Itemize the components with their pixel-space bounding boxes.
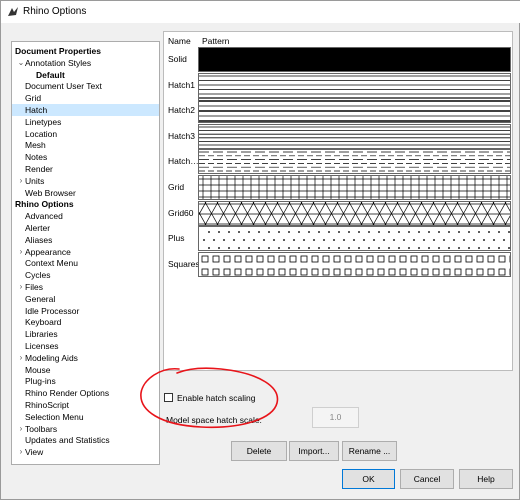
- hatch-row-squares[interactable]: Squares: [164, 251, 512, 277]
- ok-button[interactable]: OK: [342, 469, 395, 489]
- tree-item-label: Appearance: [25, 246, 71, 257]
- tree-item-label: Updates and Statistics: [25, 435, 110, 446]
- tree-item-hatch[interactable]: Hatch: [12, 104, 159, 116]
- hatch-name: Plus: [168, 233, 185, 244]
- hatch-name: Grid60: [168, 207, 194, 218]
- tree-item-label: Keyboard: [25, 317, 62, 328]
- hatch-pattern-table[interactable]: Name Pattern Solid Hatch1 Hatch2 Hatch3 Hatc…: [163, 31, 513, 371]
- tree-item-label: Annotation Styles: [25, 57, 92, 68]
- tree-item-label: Plug-ins: [25, 376, 56, 387]
- tree-item-label: Idle Processor: [25, 305, 80, 316]
- hatch-pattern-preview: [198, 226, 511, 252]
- tree-item-label: Default: [36, 69, 65, 80]
- tree-item-label: Cycles: [25, 270, 51, 281]
- hatch-name: Hatch1: [168, 79, 195, 90]
- tree-item-label: Aliases: [25, 234, 53, 245]
- hatch-pattern-preview: [198, 175, 511, 200]
- tree-item-label: Toolbars: [25, 423, 58, 434]
- tree-item-label: Web Browser: [25, 187, 76, 198]
- tree-item-label: Linetypes: [25, 116, 62, 127]
- tree-item-label: Render: [25, 164, 53, 174]
- tree-item-label: RhinoScript: [25, 400, 69, 410]
- tree-item-label: Units: [25, 175, 45, 186]
- tree-item-label: Location: [25, 128, 58, 139]
- enable-hatch-scaling-checkbox[interactable]: [164, 393, 173, 402]
- hatch-pattern-preview: [198, 98, 511, 124]
- tree-item-label: Selection Menu: [25, 411, 84, 422]
- tree-item-label: Grid: [25, 93, 42, 104]
- hatch-name: Hatch…: [168, 156, 198, 167]
- hatch-row-solid[interactable]: Solid: [164, 47, 512, 72]
- tree-item-label: Context Menu: [25, 258, 78, 269]
- rhino-app-icon: [7, 6, 19, 18]
- hatch-name: Squares: [168, 258, 198, 269]
- hatch-pattern-preview: [198, 149, 511, 175]
- tree-item-label: Alerter: [25, 223, 51, 233]
- column-header-name[interactable]: Name: [168, 36, 191, 46]
- model-space-hatch-scale-input[interactable]: 1.0: [312, 407, 359, 428]
- tree-item-label: Hatch: [25, 105, 48, 115]
- hatch-row-plus[interactable]: Plus: [164, 226, 512, 252]
- hatch-row-dashes[interactable]: Hatch…: [164, 149, 512, 175]
- hatch-name: Grid: [168, 182, 185, 192]
- tree-item-label: Licenses: [25, 341, 59, 351]
- hatch-pattern-preview: [198, 251, 511, 277]
- model-space-hatch-scale-label: Model space hatch scale:: [166, 415, 262, 425]
- hatch-name: Hatch3: [168, 130, 195, 141]
- delete-button[interactable]: Delete: [231, 441, 287, 461]
- hatch-pattern-preview: [198, 72, 511, 98]
- tree-item-label: Mesh: [25, 140, 46, 151]
- window-title: Rhino Options: [23, 6, 87, 17]
- cancel-button[interactable]: Cancel: [400, 469, 454, 489]
- tree-item-label: Notes: [25, 152, 48, 163]
- tree-item-label: View: [25, 447, 44, 458]
- hatch-pattern-preview: [198, 47, 511, 72]
- hatch-pattern-preview: [198, 123, 511, 149]
- hatch-row-grid60[interactable]: Grid60: [164, 200, 512, 226]
- tree-item-label: Rhino Render Options: [25, 388, 110, 399]
- options-tree[interactable]: Document Properties ⌄ Annotation Styles Def…: [11, 41, 160, 465]
- column-header-pattern[interactable]: Pattern: [202, 36, 229, 46]
- hatch-name: Solid: [168, 54, 187, 64]
- hatch-row-grid[interactable]: Grid: [164, 175, 512, 200]
- tree-item-label: Advanced: [25, 211, 63, 222]
- tree-item-label: Document User Text: [25, 81, 102, 92]
- hatch-name: Hatch2: [168, 105, 195, 116]
- hatch-row-hatch2[interactable]: Hatch2: [164, 98, 512, 124]
- help-button[interactable]: Help: [459, 469, 513, 489]
- rename-button[interactable]: Rename ...: [342, 441, 397, 461]
- tree-item-label: Rhino Options: [15, 199, 74, 210]
- title-bar: Rhino Options: [1, 1, 520, 23]
- enable-hatch-scaling-label[interactable]: Enable hatch scaling: [177, 393, 255, 403]
- import-button[interactable]: Import...: [289, 441, 339, 461]
- tree-item-label: Document Properties: [15, 46, 101, 56]
- tree-item-label: Mouse: [25, 364, 51, 375]
- hatch-row-hatch3[interactable]: Hatch3: [164, 123, 512, 149]
- tree-item-label: General: [25, 293, 56, 304]
- tree-item-label: Modeling Aids: [25, 352, 78, 363]
- tree-item-label: Libraries: [25, 329, 58, 340]
- rhino-options-dialog: Rhino Options Document Properties ⌄ Annota…: [0, 0, 520, 500]
- hatch-row-hatch1[interactable]: Hatch1: [164, 72, 512, 98]
- tree-item-label: Files: [25, 282, 43, 292]
- hatch-pattern-preview: [198, 200, 511, 226]
